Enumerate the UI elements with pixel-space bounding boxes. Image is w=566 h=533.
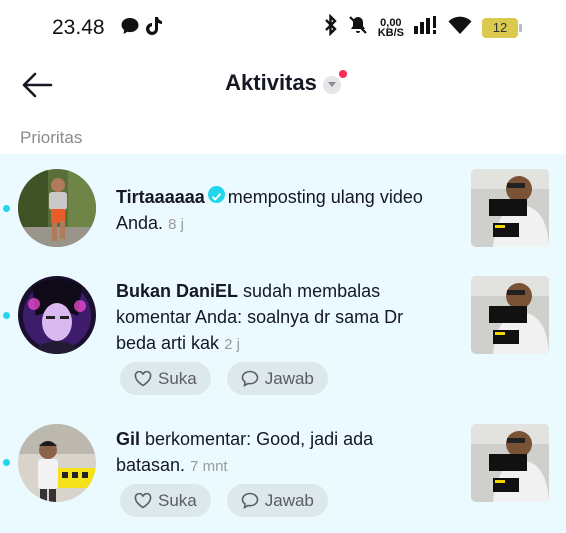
avatar[interactable]: [18, 169, 96, 247]
video-thumbnail[interactable]: [471, 276, 549, 354]
bluetooth-icon: [324, 13, 338, 41]
verified-badge-icon: [207, 186, 225, 203]
list-item[interactable]: Tirtaaaaaa memposting ulang video Anda. 8…: [0, 154, 566, 264]
notification-text: Gil berkomentar: Good, jadi ada batasan.…: [116, 426, 446, 480]
header: Aktivitas: [0, 58, 566, 112]
notification-action: berkomentar: Good, jadi ada batasan.: [116, 429, 374, 475]
username[interactable]: Gil: [116, 429, 140, 449]
signal-icon: [414, 16, 438, 39]
video-thumbnail[interactable]: [471, 169, 549, 247]
like-button[interactable]: Suka: [120, 484, 211, 517]
activity-list: Tirtaaaaaa memposting ulang video Anda. 8…: [0, 154, 566, 533]
battery-level: 12: [492, 20, 508, 35]
mute-bell-icon: [348, 15, 368, 40]
title-dropdown[interactable]: Aktivitas: [0, 69, 566, 96]
notification-text: Bukan DaniEL sudah membalas komentar And…: [116, 278, 446, 358]
network-speed-unit: KB/S: [377, 26, 404, 39]
video-thumbnail[interactable]: [471, 424, 549, 502]
timestamp: 8 j: [168, 216, 184, 233]
reply-button[interactable]: Jawab: [226, 484, 328, 517]
network-speed-value: 0,00: [380, 16, 402, 29]
comment-actions: Suka Jawab: [120, 362, 328, 395]
like-label: Suka: [158, 368, 197, 388]
comment-bubble-icon: [241, 492, 259, 509]
list-item[interactable]: Bukan DaniEL sudah membalas komentar And…: [0, 264, 566, 414]
reply-label: Jawab: [264, 368, 314, 388]
tiktok-icon: [146, 16, 164, 41]
unread-dot: [3, 312, 10, 319]
status-left-icons: [120, 16, 164, 41]
avatar[interactable]: [18, 276, 96, 354]
like-label: Suka: [158, 490, 197, 510]
notification-dot: [338, 69, 347, 78]
heart-icon: [134, 370, 152, 386]
chat-bubble-icon: [120, 16, 140, 41]
comment-actions: Suka Jawab: [120, 484, 328, 517]
status-time: 23.48: [52, 16, 105, 39]
status-bar: 23.48 0,00 KB/S 12: [0, 0, 566, 56]
battery-icon: 12: [482, 17, 522, 38]
section-label: Prioritas: [20, 128, 83, 147]
reply-button[interactable]: Jawab: [226, 362, 328, 395]
status-right-icons: 0,00 KB/S 12: [324, 13, 522, 41]
network-speed: 0,00 KB/S: [377, 16, 404, 39]
heart-icon: [134, 492, 152, 508]
comment-bubble-icon: [241, 370, 259, 387]
unread-dot: [3, 205, 10, 212]
avatar[interactable]: [18, 424, 96, 502]
list-item[interactable]: Gil berkomentar: Good, jadi ada batasan.…: [0, 414, 566, 533]
username[interactable]: Tirtaaaaaa: [116, 187, 205, 207]
wifi-icon: [448, 15, 472, 40]
timestamp: 2 j: [224, 336, 240, 353]
unread-dot: [3, 459, 10, 466]
timestamp: 7 mnt: [190, 458, 228, 475]
notification-text: Tirtaaaaaa memposting ulang video Anda. 8…: [116, 184, 446, 238]
chevron-down-icon: [322, 69, 347, 94]
reply-label: Jawab: [264, 490, 314, 510]
page-title: Aktivitas: [225, 70, 317, 95]
username[interactable]: Bukan DaniEL: [116, 281, 238, 301]
like-button[interactable]: Suka: [120, 362, 211, 395]
